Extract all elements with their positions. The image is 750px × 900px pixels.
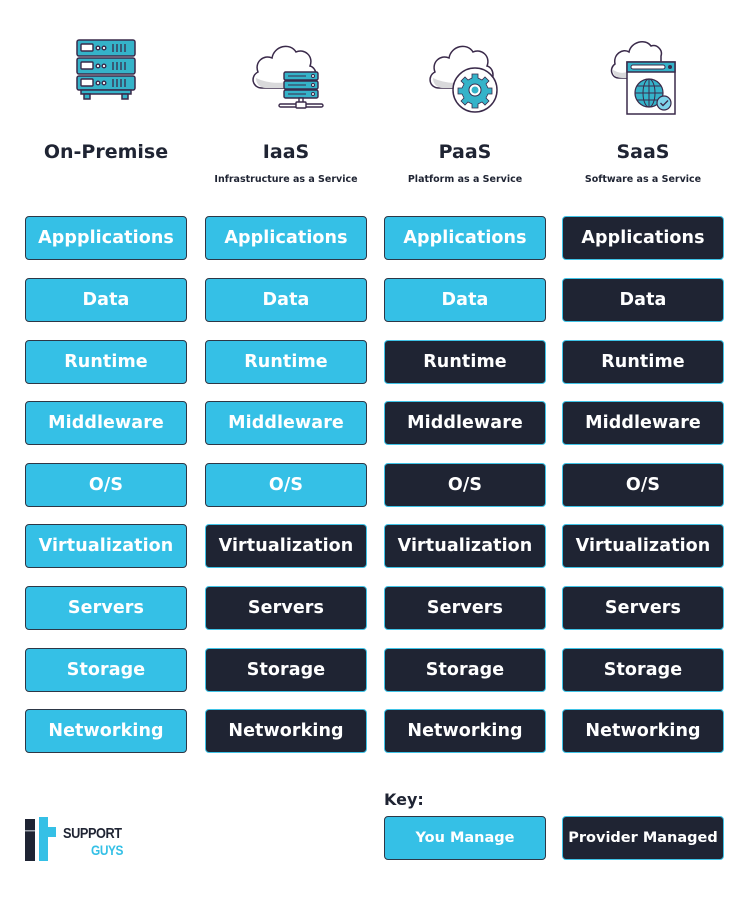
layer-box-on-premise-o-s: O/S (25, 463, 187, 507)
layer-box-iaas-middleware: Middleware (205, 401, 367, 445)
layer-box-paas-o-s: O/S (384, 463, 546, 507)
layer-box-saas-servers: Servers (562, 586, 724, 630)
key-label: Key: (384, 790, 424, 809)
layer-box-paas-runtime: Runtime (384, 340, 546, 384)
layer-box-on-premise-networking: Networking (25, 709, 187, 753)
layer-box-paas-storage: Storage (384, 648, 546, 692)
layer-box-saas-applications: Applications (562, 216, 724, 260)
layer-box-on-premise-data: Data (25, 278, 187, 322)
cloud-server-icon (252, 45, 324, 109)
column-title: On-Premise (43, 141, 169, 163)
layer-box-paas-virtualization: Virtualization (384, 524, 546, 568)
layer-box-on-premise-storage: Storage (25, 648, 187, 692)
column-header-paas: PaaS Platform as a Service (375, 0, 555, 200)
column-header-iaas: IaaS Infrastructure as a Service (196, 0, 376, 200)
column-subtitle: Platform as a Service (407, 174, 523, 185)
layer-box-paas-data: Data (384, 278, 546, 322)
key-you-manage: You Manage (384, 816, 546, 860)
column-subtitle: Software as a Service (584, 174, 702, 185)
layer-box-iaas-storage: Storage (205, 648, 367, 692)
column-header-saas: SaaS Software as a Service (553, 0, 733, 200)
column-title: PaaS (438, 141, 492, 163)
layer-box-saas-runtime: Runtime (562, 340, 724, 384)
layer-box-saas-storage: Storage (562, 648, 724, 692)
layer-box-saas-data: Data (562, 278, 724, 322)
layer-box-iaas-data: Data (205, 278, 367, 322)
layer-box-paas-servers: Servers (384, 586, 546, 630)
layer-box-paas-applications: Applications (384, 216, 546, 260)
server-rack-icon (76, 39, 136, 100)
layer-box-on-premise-runtime: Runtime (25, 340, 187, 384)
layer-box-on-premise-applications: Appplications (25, 216, 187, 260)
layer-box-on-premise-virtualization: Virtualization (25, 524, 187, 568)
layer-box-iaas-applications: Applications (205, 216, 367, 260)
layer-box-paas-networking: Networking (384, 709, 546, 753)
layer-box-saas-o-s: O/S (562, 463, 724, 507)
logo-text-support: SUPPORT (63, 825, 122, 842)
layer-box-iaas-o-s: O/S (205, 463, 367, 507)
layer-box-iaas-virtualization: Virtualization (205, 524, 367, 568)
layer-box-iaas-networking: Networking (205, 709, 367, 753)
layer-box-iaas-runtime: Runtime (205, 340, 367, 384)
column-title: SaaS (616, 141, 670, 163)
layer-box-iaas-servers: Servers (205, 586, 367, 630)
layer-box-saas-networking: Networking (562, 709, 724, 753)
layer-box-saas-middleware: Middleware (562, 401, 724, 445)
it-support-guys-logo: SUPPORT GUYS (25, 815, 135, 863)
key-provider-managed: Provider Managed (562, 816, 724, 860)
layer-box-on-premise-middleware: Middleware (25, 401, 187, 445)
column-header-on-premise: On-Premise (16, 0, 196, 200)
cloud-browser-globe-icon (610, 41, 676, 115)
layer-box-saas-virtualization: Virtualization (562, 524, 724, 568)
cloud-gear-icon (429, 45, 498, 113)
layer-box-on-premise-servers: Servers (25, 586, 187, 630)
logo-text-guys: GUYS (91, 842, 124, 858)
column-subtitle: Infrastructure as a Service (214, 174, 358, 185)
layer-box-paas-middleware: Middleware (384, 401, 546, 445)
logo-it-mark (25, 817, 56, 861)
column-title: IaaS (262, 141, 310, 163)
